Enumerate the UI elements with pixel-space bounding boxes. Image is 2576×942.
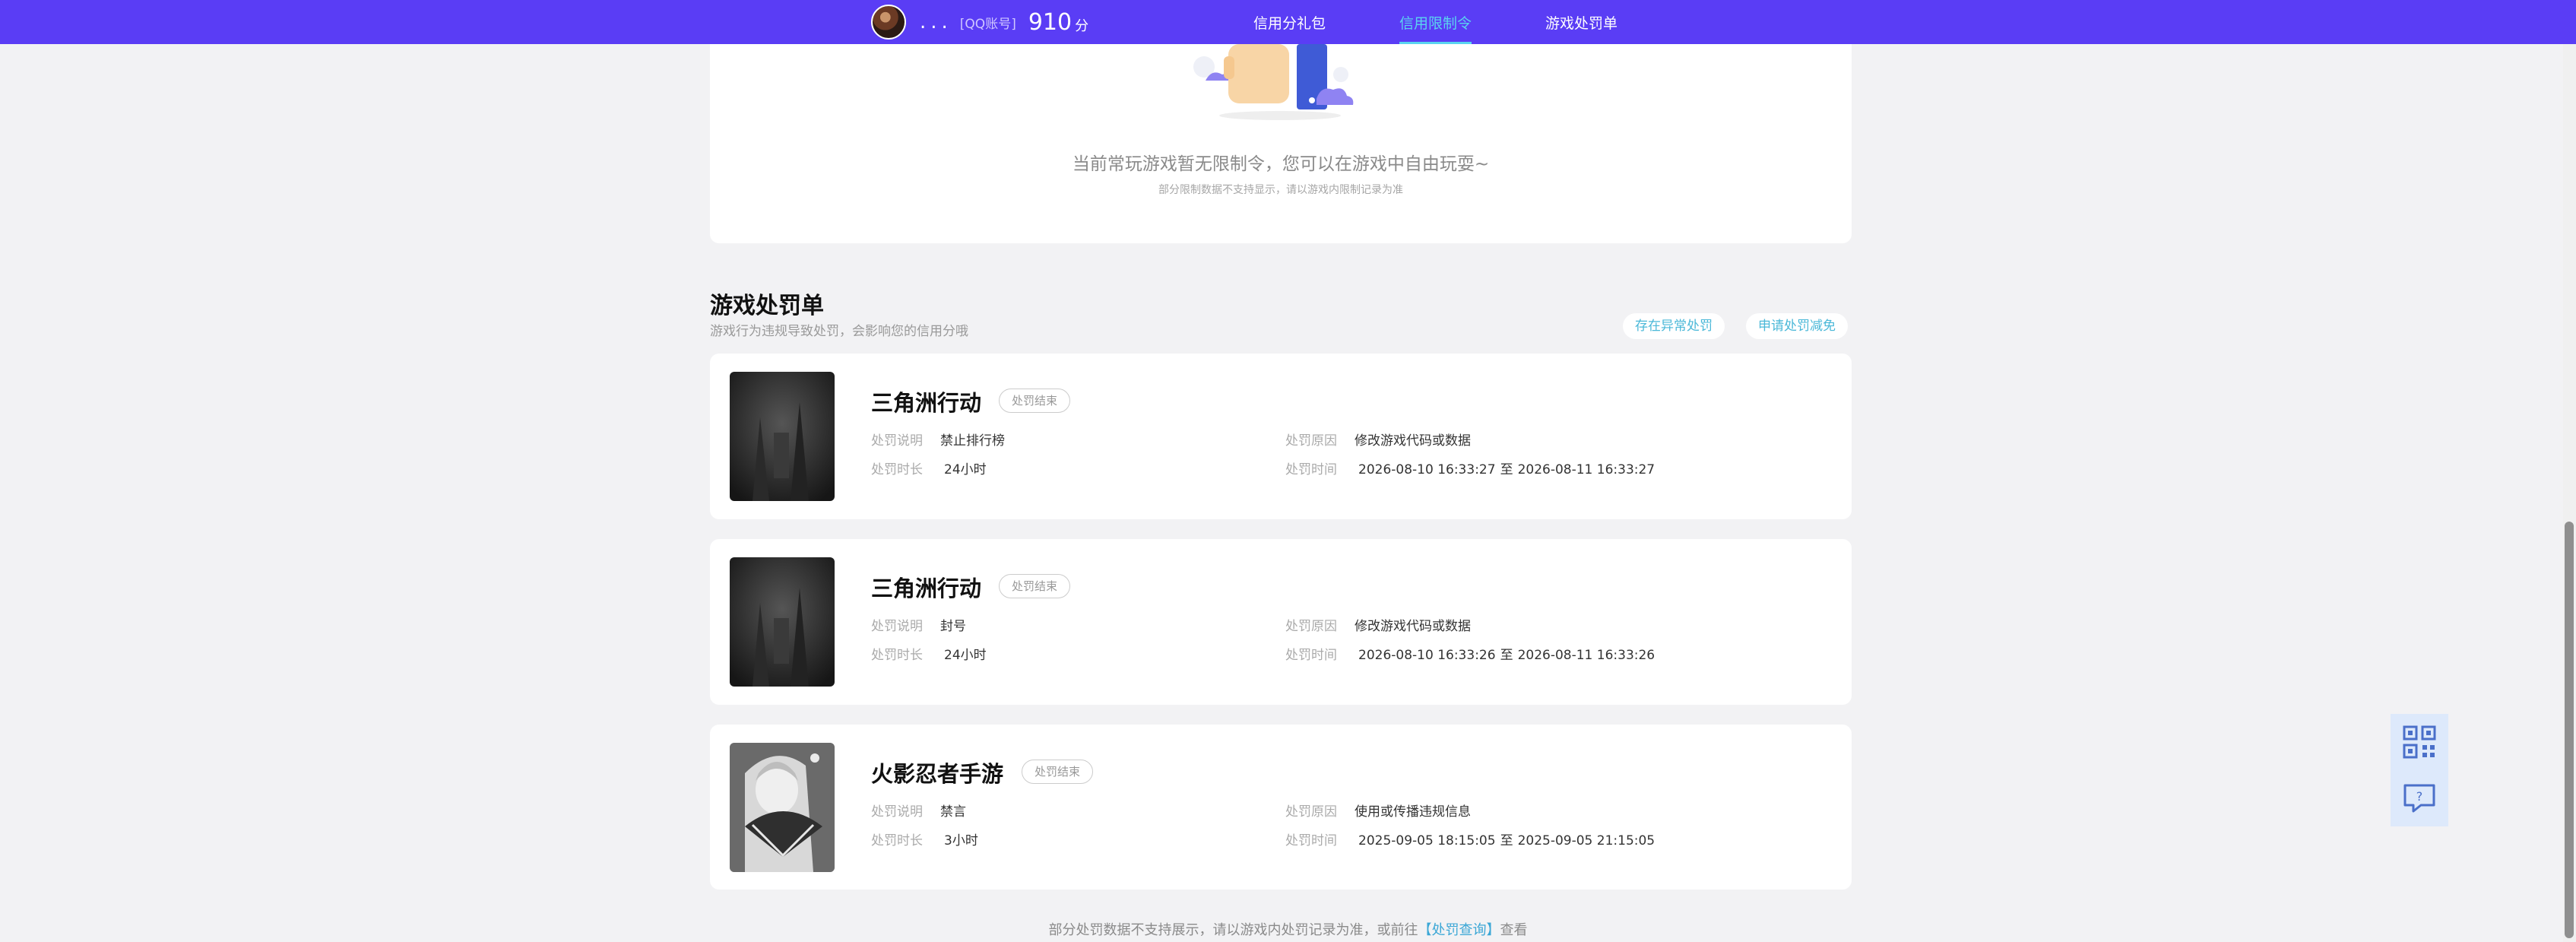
status-badge: 处罚结束 bbox=[999, 389, 1071, 413]
penalty-section-title: 游戏处罚单 bbox=[710, 293, 824, 319]
reason-value: 修改游戏代码或数据 bbox=[1355, 619, 1471, 634]
empty-state-subtitle: 部分限制数据不支持显示，请以游戏内限制记录为准 bbox=[1158, 184, 1403, 196]
time-range: 2025-09-05 18:15:05 至 2025-09-05 21:15:05 bbox=[1358, 829, 1655, 848]
penalty-section-subtitle: 游戏行为违规导致处罚，会影响您的信用分哦 bbox=[710, 324, 968, 339]
game-name: 火影忍者手游 bbox=[871, 761, 1004, 787]
time-start: 2026-08-10 16:33:27 bbox=[1358, 462, 1496, 477]
duration-label: 处罚时长 bbox=[871, 833, 923, 848]
time-separator: 至 bbox=[1500, 462, 1513, 477]
duration-label: 处罚时长 bbox=[871, 462, 923, 477]
description-label: 处罚说明 bbox=[871, 433, 923, 449]
credit-score: 910 bbox=[1028, 8, 1073, 36]
time-end: 2026-08-11 16:33:27 bbox=[1517, 462, 1656, 477]
duration-value: 3小时 bbox=[944, 833, 978, 848]
tab-game-penalty[interactable]: 游戏处罚单 bbox=[1545, 12, 1618, 44]
description-label: 处罚说明 bbox=[871, 619, 923, 634]
description-value: 禁止排行榜 bbox=[940, 433, 1005, 449]
top-nav-bar: ... [QQ账号] 910 分 信用分礼包 信用限制令 游戏处罚单 bbox=[0, 0, 2576, 44]
tab-credit-restriction[interactable]: 信用限制令 bbox=[1399, 12, 1472, 44]
credit-score-unit: 分 bbox=[1075, 18, 1089, 34]
svg-text:?: ? bbox=[2416, 789, 2423, 804]
reason-label: 处罚原因 bbox=[1285, 433, 1337, 449]
feedback-button[interactable]: ? bbox=[2391, 770, 2448, 826]
reason-value: 修改游戏代码或数据 bbox=[1355, 433, 1471, 449]
footer-text-after: 查看 bbox=[1500, 922, 1528, 938]
empty-state-illustration bbox=[1193, 44, 1354, 120]
game-thumbnail-delta-force bbox=[730, 557, 835, 687]
apply-penalty-reduction-button[interactable]: 申请处罚减免 bbox=[1746, 313, 1848, 339]
scrollbar-thumb[interactable] bbox=[2565, 522, 2574, 938]
penalty-record: 三角洲行动 处罚结束 处罚说明 禁止排行榜 处罚时长 24小时 处罚原因 修改游… bbox=[710, 354, 1852, 519]
time-label: 处罚时间 bbox=[1285, 833, 1337, 848]
reason-label: 处罚原因 bbox=[1285, 619, 1337, 634]
username: ... bbox=[920, 11, 952, 33]
description-value: 封号 bbox=[940, 619, 966, 634]
time-range: 2026-08-10 16:33:26 至 2026-08-11 16:33:26 bbox=[1358, 644, 1655, 663]
duration-value: 24小时 bbox=[944, 462, 987, 477]
duration-label: 处罚时长 bbox=[871, 648, 923, 663]
time-range: 2026-08-10 16:33:27 至 2026-08-11 16:33:27 bbox=[1358, 458, 1655, 477]
report-abnormal-penalty-button[interactable]: 存在异常处罚 bbox=[1623, 313, 1725, 339]
qq-account-label: [QQ账号] bbox=[959, 16, 1016, 32]
time-label: 处罚时间 bbox=[1285, 462, 1337, 477]
description-value: 禁言 bbox=[940, 804, 966, 820]
time-end: 2026-08-11 16:33:26 bbox=[1517, 648, 1656, 663]
game-thumbnail-naruto bbox=[730, 743, 835, 872]
avatar[interactable] bbox=[871, 5, 906, 40]
penalty-record: 三角洲行动 处罚结束 处罚说明 封号 处罚时长 24小时 处罚原因 修改游戏代码… bbox=[710, 539, 1852, 705]
status-badge: 处罚结束 bbox=[999, 574, 1071, 598]
restriction-card: 当前常玩游戏暂无限制令，您可以在游戏中自由玩耍~ 部分限制数据不支持显示，请以游… bbox=[710, 44, 1852, 243]
time-separator: 至 bbox=[1500, 648, 1513, 663]
reason-label: 处罚原因 bbox=[1285, 804, 1337, 820]
description-label: 处罚说明 bbox=[871, 804, 923, 820]
penalty-record: 火影忍者手游 处罚结束 处罚说明 禁言 处罚时长 3小时 处罚原因 使用或传播违… bbox=[710, 725, 1852, 890]
time-end: 2025-09-05 21:15:05 bbox=[1517, 833, 1656, 848]
footer-text: 部分处罚数据不支持展示，请以游戏内处罚记录为准，或前往 bbox=[1048, 922, 1418, 938]
duration-value: 24小时 bbox=[944, 648, 987, 663]
time-label: 处罚时间 bbox=[1285, 648, 1337, 663]
user-info: ... [QQ账号] 910 分 bbox=[871, 5, 1088, 40]
time-separator: 至 bbox=[1500, 833, 1513, 848]
empty-state-title: 当前常玩游戏暂无限制令，您可以在游戏中自由玩耍~ bbox=[1072, 154, 1490, 174]
game-name: 三角洲行动 bbox=[871, 390, 982, 416]
footer-note: 部分处罚数据不支持展示，请以游戏内处罚记录为准，或前往【处罚查询】查看 bbox=[0, 919, 2576, 939]
qr-code-button[interactable] bbox=[2391, 714, 2448, 770]
feedback-question-icon: ? bbox=[2403, 784, 2435, 813]
reason-value: 使用或传播违规信息 bbox=[1355, 804, 1471, 820]
time-start: 2025-09-05 18:15:05 bbox=[1358, 833, 1496, 848]
qr-code-icon bbox=[2403, 725, 2436, 759]
time-start: 2026-08-10 16:33:26 bbox=[1358, 648, 1496, 663]
tab-credit-gift[interactable]: 信用分礼包 bbox=[1253, 12, 1326, 44]
penalty-query-link[interactable]: 【处罚查询】 bbox=[1418, 922, 1500, 938]
status-badge: 处罚结束 bbox=[1022, 760, 1094, 784]
game-thumbnail-delta-force bbox=[730, 372, 835, 501]
game-name: 三角洲行动 bbox=[871, 576, 982, 601]
